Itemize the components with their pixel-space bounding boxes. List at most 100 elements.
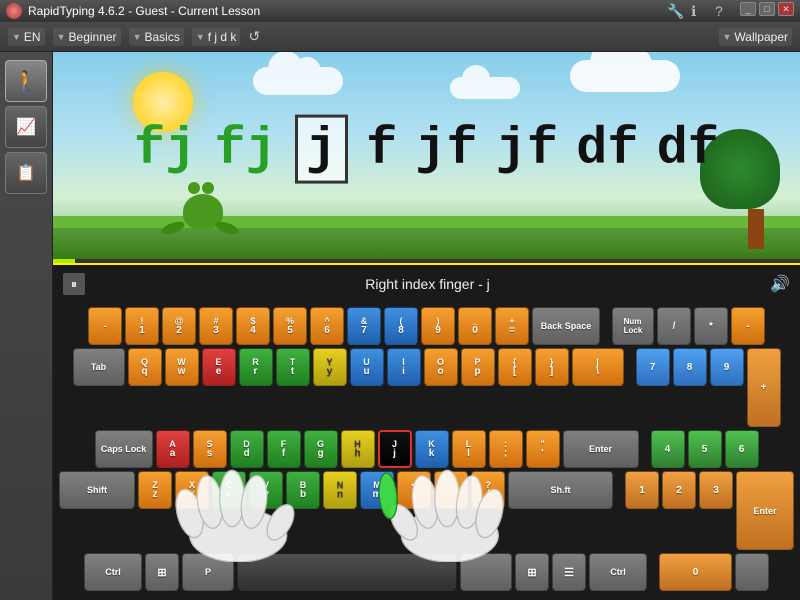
key-j[interactable]: Jj	[378, 430, 412, 468]
key-n[interactable]: Nn	[323, 471, 357, 509]
key-i[interactable]: Ii	[387, 348, 421, 386]
key-p[interactable]: Pp	[461, 348, 495, 386]
key-v[interactable]: Vv	[249, 471, 283, 509]
key-shift-l[interactable]: Shift	[59, 471, 135, 509]
minimize-button[interactable]: _	[740, 2, 756, 16]
wallpaper-dropdown[interactable]: ▼ Wallpaper	[719, 28, 793, 46]
key-2[interactable]: @2	[162, 307, 196, 345]
key-ctrl-l[interactable]: Ctrl	[84, 553, 142, 591]
key-y[interactable]: Yy	[313, 348, 347, 386]
key-f[interactable]: Ff	[267, 430, 301, 468]
key-num-2[interactable]: 2	[662, 471, 696, 509]
progress-bar-fill	[53, 259, 75, 263]
key-minus-num[interactable]: -	[88, 307, 122, 345]
key-7[interactable]: &7	[347, 307, 381, 345]
key-capslock[interactable]: Caps Lock	[95, 430, 153, 468]
key-q[interactable]: Qq	[128, 348, 162, 386]
key-o[interactable]: Oo	[424, 348, 458, 386]
key-4[interactable]: $4	[236, 307, 270, 345]
key-t[interactable]: Tt	[276, 348, 310, 386]
typing-char-6: jf	[496, 119, 558, 178]
key-tab[interactable]: Tab	[73, 348, 125, 386]
key-menu[interactable]: ☰	[552, 553, 586, 591]
typing-char-8: df	[657, 119, 719, 178]
key-9[interactable]: )9	[421, 307, 455, 345]
key-period[interactable]: >.	[434, 471, 468, 509]
volume-icon[interactable]: 🔊	[770, 274, 790, 294]
sidebar-btn-chart[interactable]: 📈	[5, 106, 47, 148]
key-num-9[interactable]: 9	[710, 348, 744, 386]
key-s[interactable]: Ss	[193, 430, 227, 468]
key-numlock[interactable]: NumLock	[612, 307, 654, 345]
level-dropdown[interactable]: ▼ Beginner	[53, 28, 121, 46]
sidebar-btn-copy[interactable]: 📋	[5, 152, 47, 194]
key-6[interactable]: ^6	[310, 307, 344, 345]
key-quote[interactable]: "'	[526, 430, 560, 468]
key-num-7[interactable]: 7	[636, 348, 670, 386]
close-button[interactable]: ✕	[778, 2, 794, 16]
key-shift-r[interactable]: Sh.ft	[508, 471, 613, 509]
keys-dropdown[interactable]: ▼ f j d k	[192, 28, 241, 46]
wrench-icon[interactable]: 🔧	[665, 2, 683, 20]
refresh-button[interactable]: ↺	[248, 28, 260, 45]
key-semicolon[interactable]: :;	[489, 430, 523, 468]
key-0[interactable]: _0	[458, 307, 492, 345]
key-c[interactable]: Cc	[212, 471, 246, 509]
key-num-star[interactable]: *	[694, 307, 728, 345]
key-rbracket[interactable]: }]	[535, 348, 569, 386]
key-num-0[interactable]: 0	[659, 553, 732, 591]
lesson-set-dropdown[interactable]: ▼ Basics	[129, 28, 184, 46]
key-5[interactable]: %5	[273, 307, 307, 345]
key-alt-l[interactable]: P	[182, 553, 234, 591]
key-x[interactable]: Xx	[175, 471, 209, 509]
key-g[interactable]: Gg	[304, 430, 338, 468]
key-1[interactable]: !1	[125, 307, 159, 345]
key-equal[interactable]: +=	[495, 307, 529, 345]
typing-char-2: fj	[214, 119, 276, 178]
key-z[interactable]: Zz	[138, 471, 172, 509]
key-comma[interactable]: <,	[397, 471, 431, 509]
key-enter[interactable]: Enter	[563, 430, 639, 468]
key-b[interactable]: Bb	[286, 471, 320, 509]
maximize-button[interactable]: □	[759, 2, 775, 16]
key-alt-r[interactable]	[460, 553, 512, 591]
key-space[interactable]	[237, 553, 457, 591]
key-num-minus[interactable]: -	[731, 307, 765, 345]
info-icon[interactable]: ℹ	[689, 2, 707, 20]
key-lbracket[interactable]: {[	[498, 348, 532, 386]
key-num-5[interactable]: 5	[688, 430, 722, 468]
key-8[interactable]: (8	[384, 307, 418, 345]
key-backslash[interactable]: |\	[572, 348, 624, 386]
key-win-l[interactable]: ⊞	[145, 553, 179, 591]
key-row-5: Ctrl ⊞ P ⊞ ☰ Ctrl 0	[59, 553, 794, 591]
key-num-slash[interactable]: /	[657, 307, 691, 345]
key-num-6[interactable]: 6	[725, 430, 759, 468]
key-num-8[interactable]: 8	[673, 348, 707, 386]
key-k[interactable]: Kk	[415, 430, 449, 468]
key-num-3[interactable]: 3	[699, 471, 733, 509]
key-num-del[interactable]	[735, 553, 769, 591]
key-m[interactable]: Mm	[360, 471, 394, 509]
key-num-4[interactable]: 4	[651, 430, 685, 468]
key-h[interactable]: Hh	[341, 430, 375, 468]
key-w[interactable]: Ww	[165, 348, 199, 386]
key-backspace[interactable]: Back Space	[532, 307, 600, 345]
sidebar-btn-walk[interactable]: 🚶	[5, 60, 47, 102]
key-d[interactable]: Dd	[230, 430, 264, 468]
key-num-plus[interactable]: +	[747, 348, 781, 427]
key-u[interactable]: Uu	[350, 348, 384, 386]
key-a[interactable]: Aa	[156, 430, 190, 468]
key-num-enter[interactable]: Enter	[736, 471, 794, 550]
key-3[interactable]: #3	[199, 307, 233, 345]
key-win-r[interactable]: ⊞	[515, 553, 549, 591]
language-dropdown[interactable]: ▼ EN	[8, 28, 45, 46]
key-ctrl-r[interactable]: Ctrl	[589, 553, 647, 591]
key-e[interactable]: Ee	[202, 348, 236, 386]
pause-button[interactable]: ⏸	[63, 273, 85, 295]
key-r[interactable]: Rr	[239, 348, 273, 386]
help-icon[interactable]: ?	[713, 2, 731, 20]
key-slash[interactable]: ?/	[471, 471, 505, 509]
cloud-2	[570, 60, 680, 92]
key-l[interactable]: Ll	[452, 430, 486, 468]
key-num-1[interactable]: 1	[625, 471, 659, 509]
